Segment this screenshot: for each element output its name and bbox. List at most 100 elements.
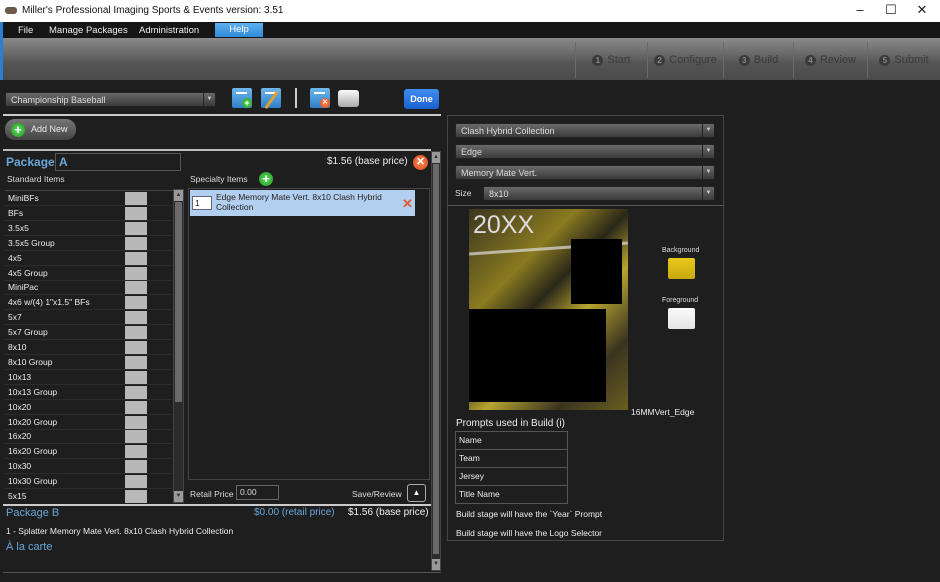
specialty-item-name: Edge Memory Mate Vert. 8x10 Clash Hybrid…: [216, 192, 382, 212]
quantity-input[interactable]: [125, 490, 147, 503]
quantity-input[interactable]: [125, 192, 147, 205]
new-package-icon[interactable]: +: [232, 88, 252, 108]
standard-item-row[interactable]: MiniBFs: [5, 191, 172, 206]
standard-item-row[interactable]: 5x7: [5, 310, 172, 326]
standard-items-list: MiniBFs BFs 3.5x5 3.5x5 Group 4x5 4x5 Group Mi…: [5, 190, 173, 503]
step-number-icon: 4: [804, 54, 816, 66]
standard-item-name: 10x20 Group: [8, 416, 58, 427]
quantity-input[interactable]: [125, 355, 147, 369]
quantity-input[interactable]: [125, 445, 147, 459]
step-label: Review: [819, 54, 857, 66]
maximize-button[interactable]: ☐: [876, 2, 906, 20]
step-configure[interactable]: 2 Configure: [647, 42, 723, 78]
menu-administration[interactable]: Administration: [139, 25, 199, 36]
add-specialty-item-icon[interactable]: +: [259, 172, 273, 186]
package-name-input[interactable]: A: [55, 153, 181, 171]
retail-price-input[interactable]: 0.00: [236, 485, 279, 500]
close-button[interactable]: ✕: [907, 2, 937, 20]
style-select[interactable]: Edge ▼: [455, 144, 715, 159]
standard-item-row[interactable]: 4x6 w/(4) 1"x1.5" BFs: [5, 295, 172, 311]
standard-item-row[interactable]: 10x20 Group: [5, 415, 172, 430]
collection-select[interactable]: Clash Hybrid Collection ▼: [455, 123, 715, 138]
size-select[interactable]: 8x10 ▼: [483, 186, 715, 201]
quantity-input[interactable]: [125, 370, 147, 384]
quantity-input[interactable]: [125, 251, 147, 265]
save-review-button[interactable]: ▲: [407, 484, 426, 502]
toolbar-divider: [295, 88, 297, 108]
step-start[interactable]: 1 Start: [575, 42, 647, 78]
quantity-input[interactable]: [125, 311, 147, 325]
product-select[interactable]: Memory Mate Vert. ▼: [455, 165, 715, 180]
standard-item-row[interactable]: 16x20: [5, 429, 172, 445]
standard-item-row[interactable]: 10x13 Group: [5, 385, 172, 400]
quantity-input[interactable]: [125, 430, 147, 444]
package-b-title[interactable]: Package B: [6, 507, 59, 519]
retail-price-label: Retail Price: [190, 489, 234, 499]
add-new-button[interactable]: + Add New: [5, 119, 76, 140]
quantity-input[interactable]: [125, 266, 147, 280]
step-build[interactable]: 3 Build: [723, 42, 793, 78]
standard-item-name: 3.5x5 Group: [8, 237, 55, 248]
quantity-input[interactable]: [125, 475, 147, 489]
quantity-input[interactable]: [125, 281, 147, 295]
foreground-color-swatch[interactable]: [668, 308, 695, 329]
remove-item-icon[interactable]: ✕: [402, 196, 413, 212]
print-icon[interactable]: [338, 90, 359, 107]
quantity-input[interactable]: [125, 385, 147, 399]
package-a-label: Package: [6, 155, 55, 169]
standard-item-row[interactable]: 10x30: [5, 459, 172, 475]
year-prompt-note: Build stage will have the `Year` Prompt: [456, 509, 603, 519]
menu-manage-packages[interactable]: Manage Packages: [49, 25, 128, 36]
background-color-swatch[interactable]: [668, 258, 695, 279]
packages-scrollbar[interactable]: ▲ ▼: [431, 151, 441, 571]
quantity-input[interactable]: [125, 400, 147, 414]
menu-help[interactable]: Help: [215, 23, 263, 37]
chevron-down-icon: ▼: [702, 145, 714, 158]
quantity-input[interactable]: [125, 415, 147, 429]
quantity-input[interactable]: [125, 221, 147, 235]
standard-item-row[interactable]: MiniPac: [5, 280, 172, 296]
standard-item-row[interactable]: 5x15: [5, 489, 172, 503]
quantity-input[interactable]: [125, 296, 147, 310]
edit-package-icon[interactable]: [261, 88, 281, 110]
a-la-carte-title[interactable]: À la carte: [6, 541, 52, 553]
background-label: Background: [662, 247, 700, 254]
standard-items-scrollbar[interactable]: ▲ ▼: [173, 189, 184, 503]
standard-item-row[interactable]: 8x10 Group: [5, 355, 172, 370]
quantity-input[interactable]: [125, 206, 147, 220]
quantity-input[interactable]: [125, 341, 147, 354]
step-review[interactable]: 4 Review: [793, 42, 867, 78]
divider: [3, 504, 431, 506]
standard-item-row[interactable]: BFs: [5, 206, 172, 221]
prompts-title[interactable]: Prompts used in Build (i): [456, 418, 565, 429]
standard-item-row[interactable]: 4x5: [5, 251, 172, 266]
step-submit[interactable]: 5 Submit: [867, 42, 940, 78]
specialty-item-row[interactable]: 1 Edge Memory Mate Vert. 8x10 Clash Hybr…: [190, 190, 415, 216]
package-set-select[interactable]: Championship Baseball ▼: [5, 92, 216, 107]
standard-item-row[interactable]: 8x10: [5, 340, 172, 355]
standard-item-row[interactable]: 10x20: [5, 400, 172, 415]
quantity-input[interactable]: [125, 236, 147, 250]
delete-package-icon[interactable]: ✕: [413, 155, 428, 170]
standard-item-row[interactable]: 16x20 Group: [5, 444, 172, 460]
specialty-items-header: Specialty Items: [190, 174, 248, 184]
standard-item-row[interactable]: 10x13: [5, 370, 172, 385]
title-bar: Miller's Professional Imaging Sports & E…: [0, 0, 940, 22]
standard-item-name: 10x20: [8, 401, 32, 412]
minimize-button[interactable]: –: [845, 2, 875, 20]
menu-file[interactable]: File: [18, 25, 33, 36]
quantity-input[interactable]: 1: [192, 196, 212, 210]
standard-item-row[interactable]: 4x5 Group: [5, 266, 172, 281]
app-logo-icon: [5, 7, 17, 14]
standard-item-row[interactable]: 5x7 Group: [5, 325, 172, 341]
step-number-icon: 3: [738, 54, 750, 66]
standard-item-row[interactable]: 3.5x5: [5, 221, 172, 236]
standard-item-row[interactable]: 10x30 Group: [5, 474, 172, 490]
standard-item-row[interactable]: 3.5x5 Group: [5, 236, 172, 251]
delete-package-icon[interactable]: ✕: [310, 88, 330, 108]
quantity-input[interactable]: [125, 326, 147, 340]
standard-item-name: 5x7: [8, 312, 22, 323]
quantity-input[interactable]: [125, 460, 147, 474]
standard-item-name: 10x13: [8, 371, 32, 382]
done-button[interactable]: Done: [404, 89, 439, 109]
